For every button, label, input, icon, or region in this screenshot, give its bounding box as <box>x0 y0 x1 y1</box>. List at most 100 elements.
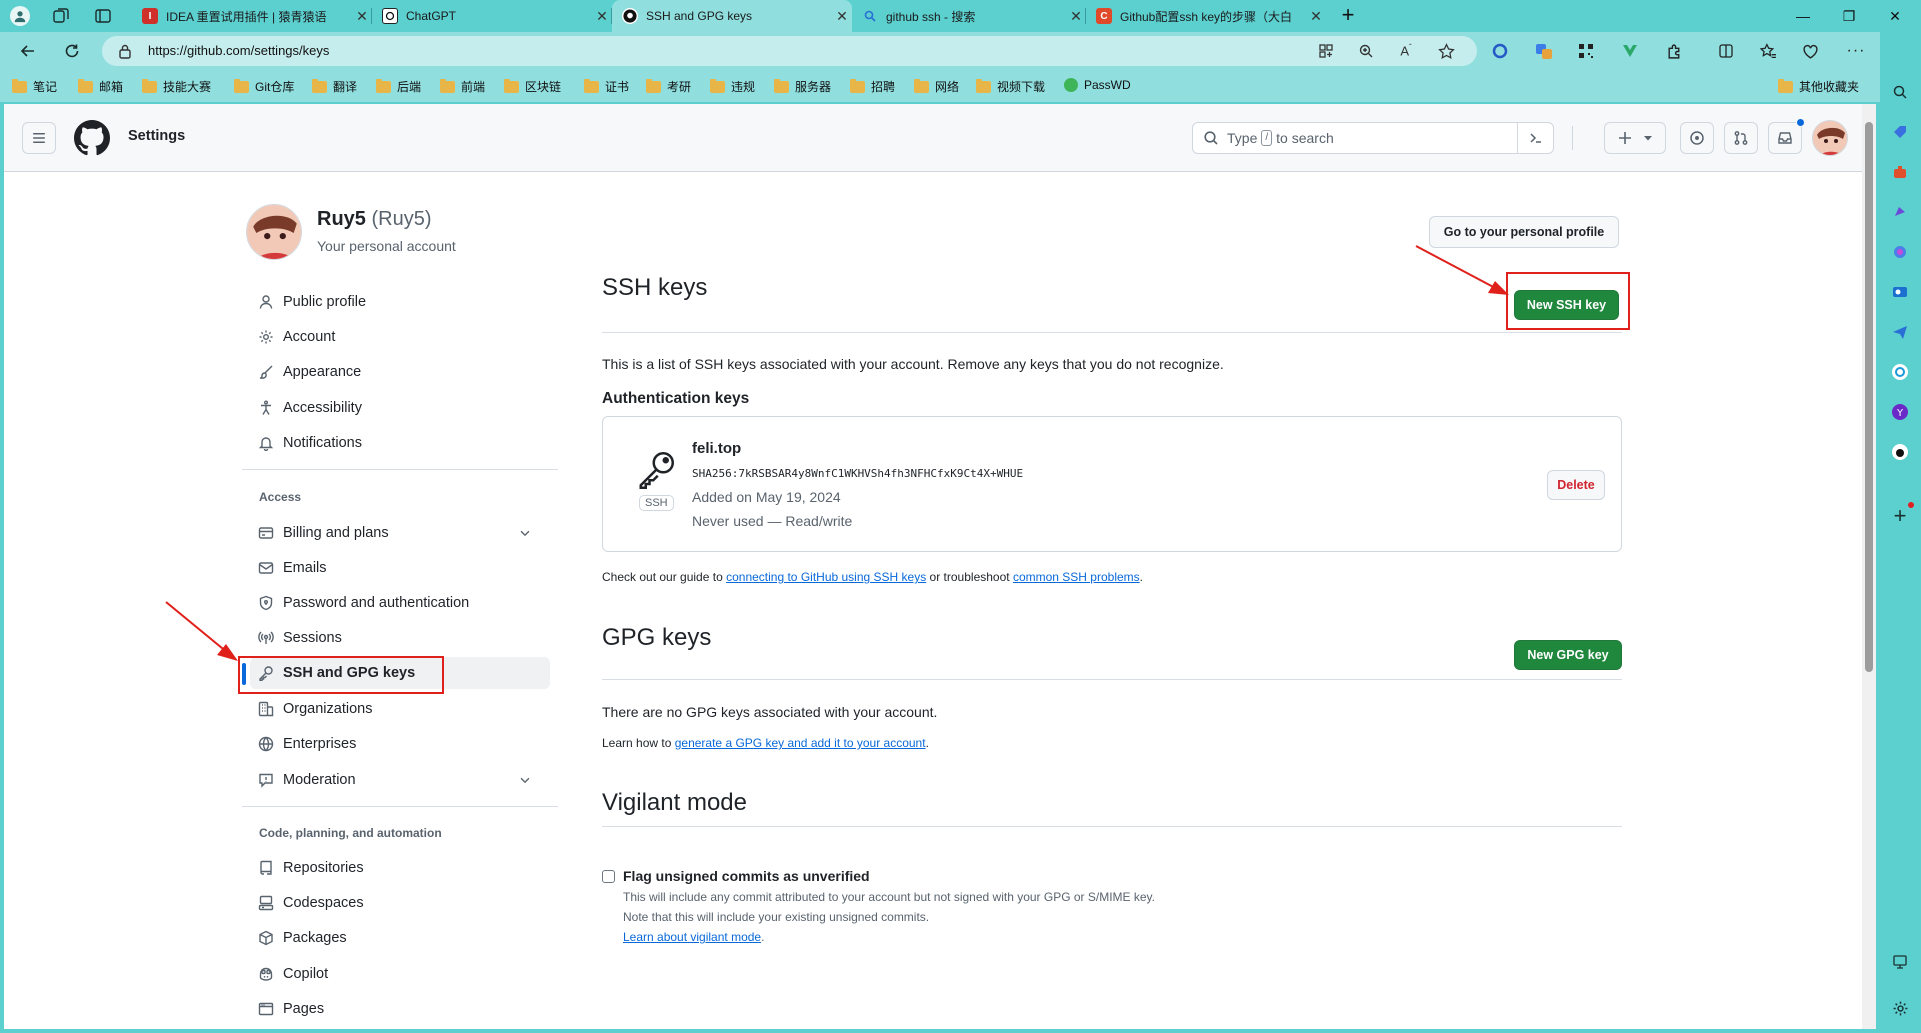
bookmark-other-folder[interactable]: 其他收藏夹 <box>1778 78 1859 95</box>
scrollbar-thumb[interactable] <box>1865 122 1873 672</box>
browser-tab-1[interactable]: ChatGPT ✕ <box>372 0 612 32</box>
lock-icon <box>118 43 132 59</box>
svg-text:Y: Y <box>1896 408 1904 419</box>
folder-icon <box>504 78 519 93</box>
site-favicon-icon: I <box>142 8 158 24</box>
chatgpt-favicon-icon <box>382 8 398 24</box>
close-icon[interactable]: ✕ <box>832 8 852 25</box>
bookmark-folder[interactable]: 考研 <box>646 78 691 95</box>
tab-title: ChatGPT <box>406 9 457 23</box>
restore-button[interactable]: ❐ <box>1826 0 1872 32</box>
sidebar-add-icon[interactable]: + <box>1888 503 1912 528</box>
workspaces-icon[interactable] <box>52 7 70 25</box>
minimize-button[interactable]: — <box>1780 0 1826 32</box>
browser-essentials-icon[interactable] <box>1796 37 1824 65</box>
bookmark-folder[interactable]: 翻译 <box>312 78 357 95</box>
annotation-arrow-icon <box>1415 245 1509 295</box>
passwd-icon <box>1064 78 1078 92</box>
sidebar-outlook-icon[interactable] <box>1888 280 1912 304</box>
bing-search-favicon-icon <box>862 8 878 24</box>
browser-tab-4[interactable]: C Github配置ssh key的步骤（大白 ✕ <box>1086 0 1326 32</box>
bookmark-folder[interactable]: 网络 <box>914 78 959 95</box>
bookmark-folder[interactable]: 招聘 <box>850 78 895 95</box>
sidebar-send-icon[interactable] <box>1888 320 1912 344</box>
bookmark-folder[interactable]: 违规 <box>710 78 755 95</box>
app-available-icon[interactable] <box>1312 37 1340 65</box>
extension-qr-icon[interactable] <box>1572 37 1600 65</box>
close-icon[interactable]: ✕ <box>1306 8 1326 25</box>
bookmark-folder[interactable]: 技能大赛 <box>142 78 211 95</box>
url-text: https://github.com/settings/keys <box>148 43 330 58</box>
address-bar[interactable]: https://github.com/settings/keys <box>102 36 1477 66</box>
sidebar-tools-icon[interactable] <box>1888 160 1912 184</box>
new-tab-button[interactable]: + <box>1336 4 1360 28</box>
tab-title: IDEA 重置试用插件 | 猿青猿语 <box>166 9 327 24</box>
sidebar-copilot-icon[interactable] <box>1888 240 1912 264</box>
tab-title: Github配置ssh key的步骤（大白 <box>1120 9 1293 24</box>
folder-icon <box>142 78 157 93</box>
folder-icon <box>914 78 929 93</box>
back-icon[interactable] <box>14 37 42 65</box>
folder-icon <box>584 78 599 93</box>
favorites-icon[interactable] <box>1754 37 1782 65</box>
extension-translate-icon[interactable] <box>1530 37 1558 65</box>
profile-icon[interactable] <box>10 6 30 26</box>
github-page: Settings Type / to search Ruy5 (Ruy5) Yo… <box>4 104 1862 1029</box>
bookmark-folder[interactable]: 证书 <box>584 78 629 95</box>
folder-icon <box>646 78 661 93</box>
sidebar-screen-icon[interactable] <box>1888 950 1912 974</box>
sidebar-yahoo-icon[interactable]: Y <box>1888 400 1912 424</box>
sidebar-settings-icon[interactable] <box>1888 996 1912 1020</box>
folder-icon <box>12 78 27 93</box>
github-favicon-icon <box>622 8 638 24</box>
close-icon[interactable]: ✕ <box>352 8 372 25</box>
tab-actions-icon[interactable] <box>94 7 112 25</box>
sidebar-apple-icon[interactable] <box>1888 440 1912 464</box>
bookmark-folder[interactable]: 服务器 <box>774 78 831 95</box>
close-icon[interactable]: ✕ <box>592 8 612 25</box>
bookmark-folder[interactable]: Git仓库 <box>234 78 294 95</box>
folder-icon <box>774 78 789 93</box>
sidebar-tag-icon[interactable] <box>1888 120 1912 144</box>
tab-title: SSH and GPG keys <box>646 9 753 23</box>
folder-icon <box>78 78 93 93</box>
read-aloud-icon[interactable]: Aˆ <box>1392 37 1420 65</box>
sidebar-cloud-icon[interactable] <box>1888 360 1912 384</box>
browser-tab-bar: I IDEA 重置试用插件 | 猿青猿语 ✕ ChatGPT ✕ SSH and… <box>0 0 1921 32</box>
csdn-favicon-icon: C <box>1096 8 1112 24</box>
split-screen-icon[interactable] <box>1712 37 1740 65</box>
extension-vue-icon[interactable] <box>1616 37 1644 65</box>
refresh-icon[interactable] <box>58 37 86 65</box>
notification-dot <box>1908 502 1914 508</box>
folder-icon <box>234 78 249 93</box>
extension-circle-icon[interactable] <box>1486 37 1514 65</box>
folder-icon <box>1778 78 1793 93</box>
annotation-arrow-icon <box>165 601 238 661</box>
tab-title: github ssh - 搜索 <box>886 9 976 24</box>
extensions-puzzle-icon[interactable] <box>1660 37 1688 65</box>
folder-icon <box>976 78 991 93</box>
bookmark-folder[interactable]: 笔记 <box>12 78 57 95</box>
favorite-star-icon[interactable] <box>1432 37 1460 65</box>
bookmark-folder[interactable]: 后端 <box>376 78 421 95</box>
sidebar-games-icon[interactable] <box>1888 200 1912 224</box>
sidebar-search-icon[interactable] <box>1888 80 1912 104</box>
bookmark-folder[interactable]: 前端 <box>440 78 485 95</box>
folder-icon <box>710 78 725 93</box>
folder-icon <box>440 78 455 93</box>
folder-icon <box>850 78 865 93</box>
bookmark-folder[interactable]: 视频下载 <box>976 78 1045 95</box>
more-menu-icon[interactable]: ··· <box>1842 37 1870 65</box>
window-close-button[interactable]: ✕ <box>1872 0 1918 32</box>
folder-icon <box>312 78 327 93</box>
bookmark-folder[interactable]: 区块链 <box>504 78 561 95</box>
annotation-arrows <box>165 245 1509 661</box>
close-icon[interactable]: ✕ <box>1066 8 1086 25</box>
bookmark-passwd[interactable]: PassWD <box>1064 78 1131 92</box>
bookmark-folder[interactable]: 邮箱 <box>78 78 123 95</box>
browser-tab-2[interactable]: SSH and GPG keys ✕ <box>612 0 852 32</box>
browser-tab-3[interactable]: github ssh - 搜索 ✕ <box>852 0 1086 32</box>
browser-tab-0[interactable]: I IDEA 重置试用插件 | 猿青猿语 ✕ <box>132 0 372 32</box>
zoom-icon[interactable] <box>1352 37 1380 65</box>
folder-icon <box>376 78 391 93</box>
